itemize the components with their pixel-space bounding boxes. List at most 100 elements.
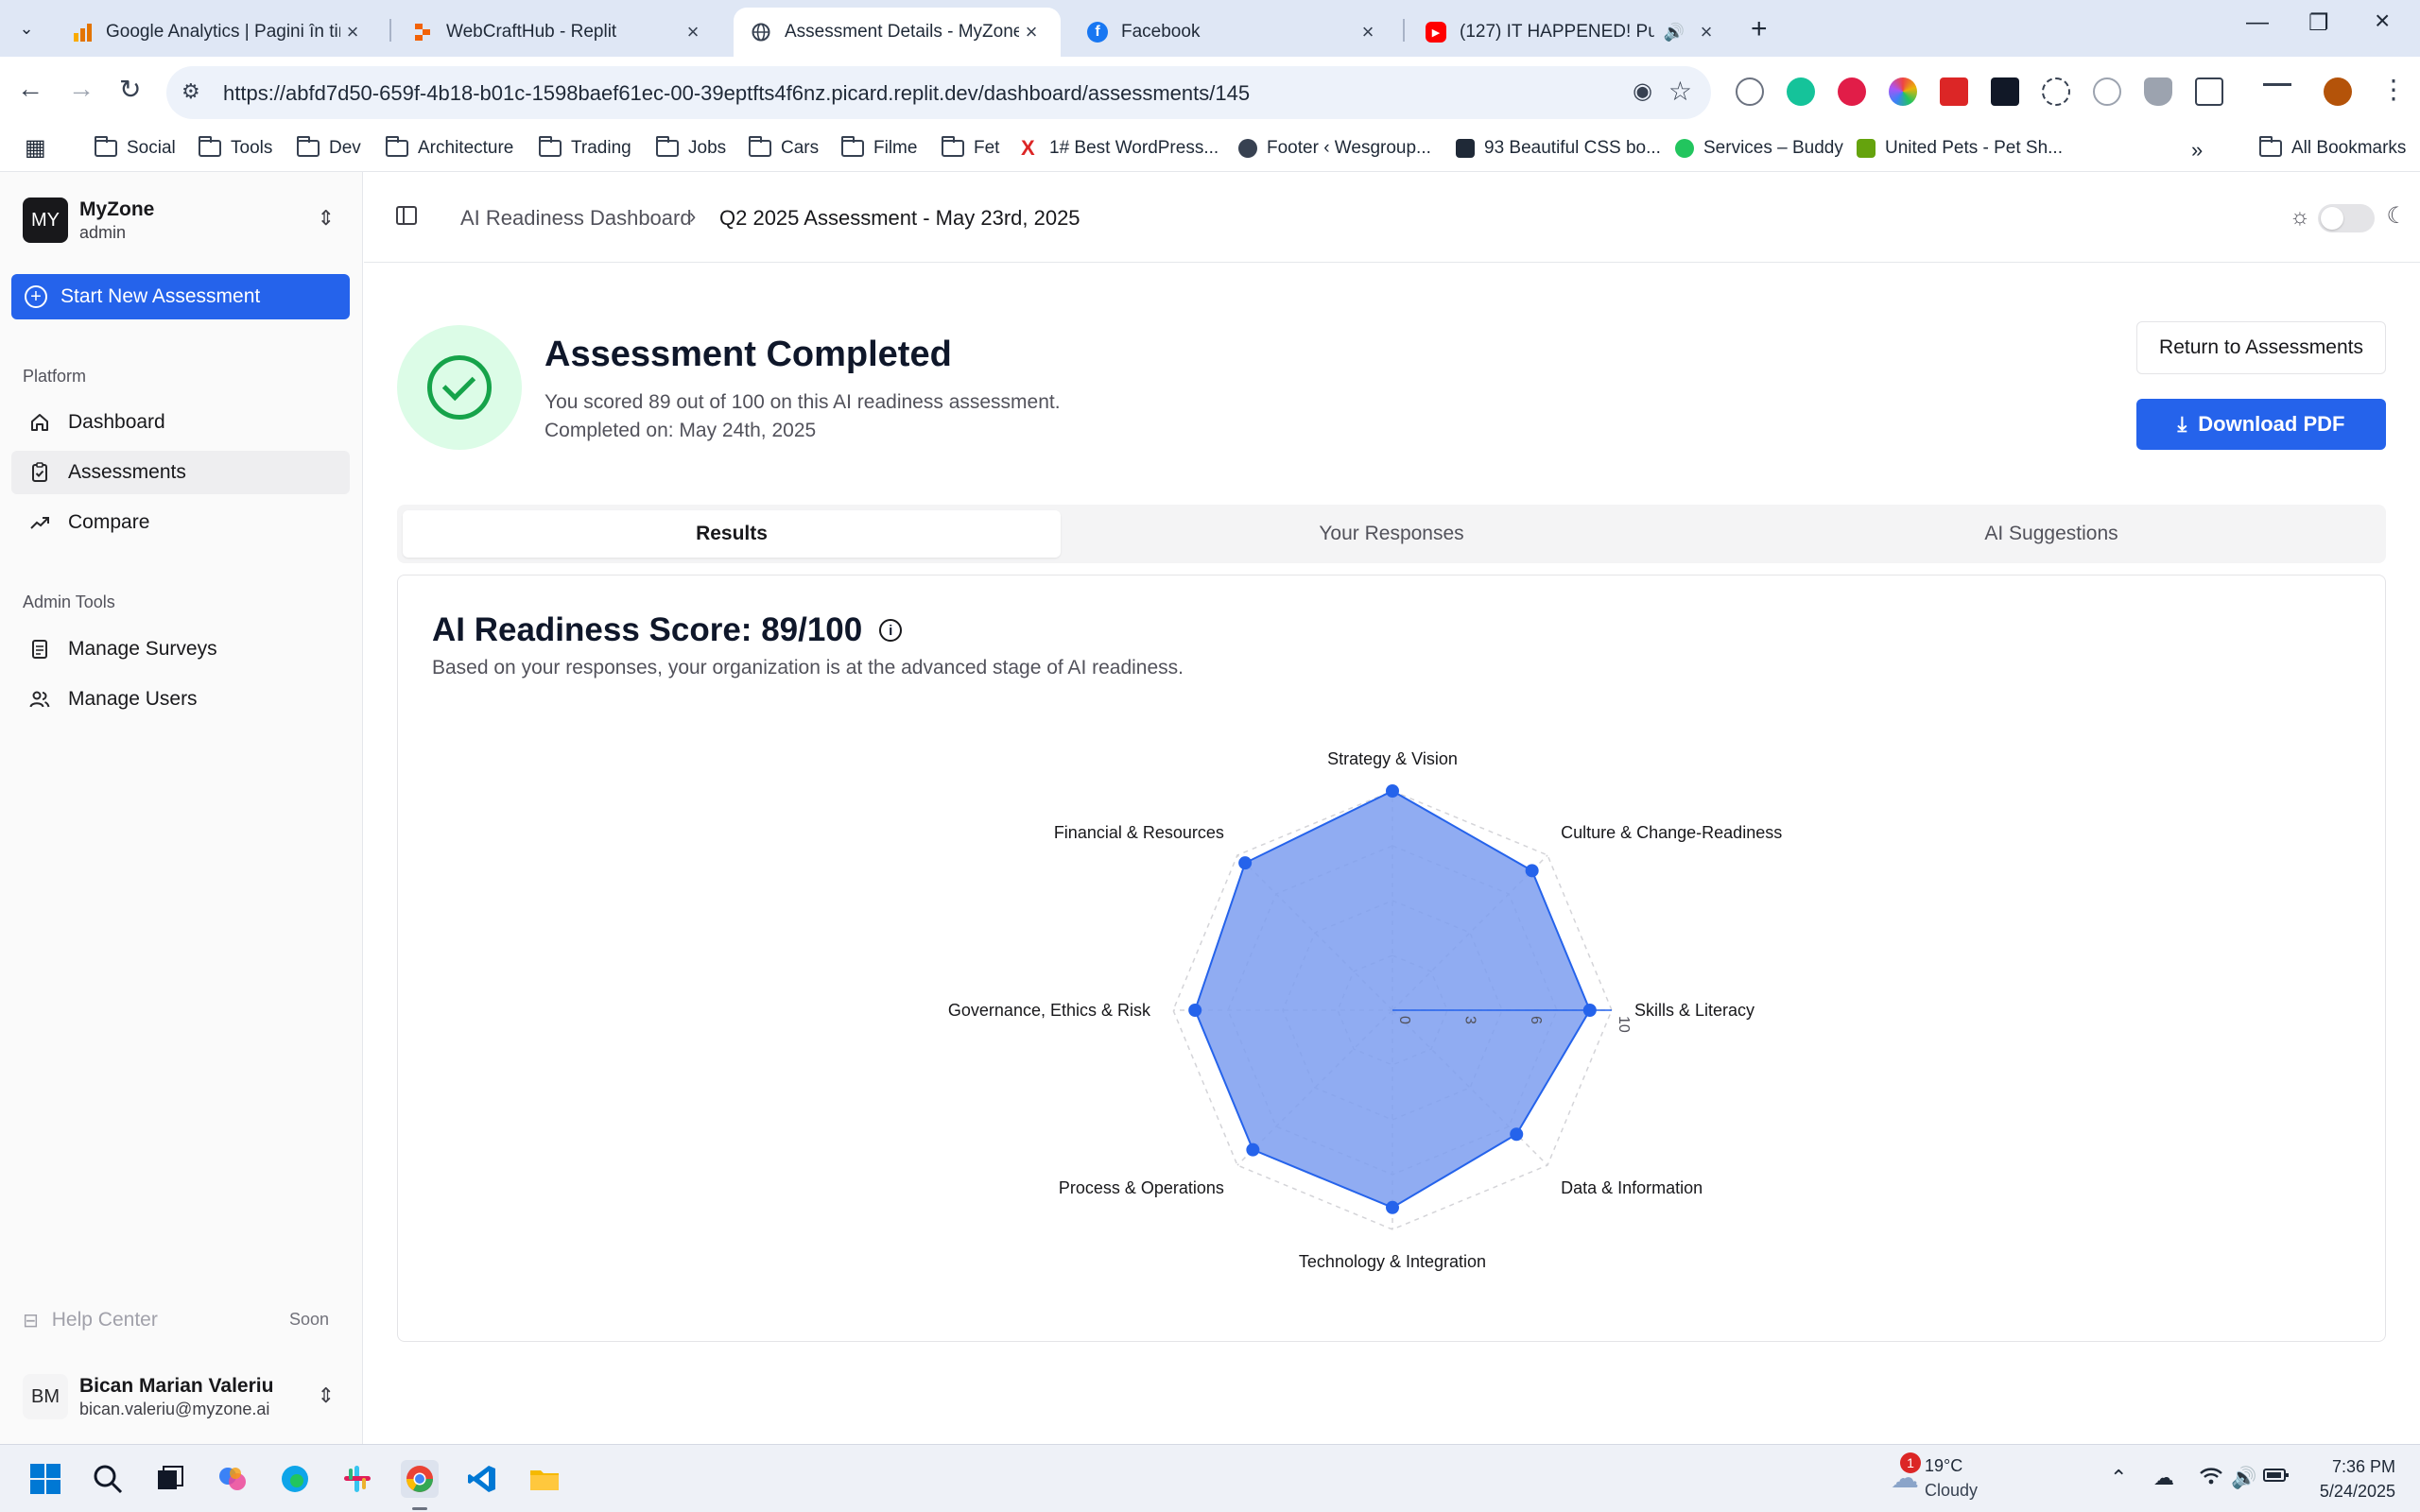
bookmark-folder-jobs[interactable]: Jobs bbox=[656, 136, 726, 159]
download-label: Download PDF bbox=[2198, 412, 2345, 436]
download-pdf-button[interactable]: ⤓ Download PDF bbox=[2136, 399, 2386, 450]
radar-tick-label: 3 bbox=[1462, 1016, 1478, 1024]
bookmark-label: Tools bbox=[231, 138, 273, 158]
chevron-up-icon[interactable]: ⌃ bbox=[2110, 1466, 2127, 1490]
site-settings-icon[interactable]: ⚙ bbox=[182, 79, 200, 104]
tab-search-chevron-icon[interactable]: ⌄ bbox=[11, 13, 42, 43]
reload-icon[interactable]: ↻ bbox=[119, 74, 141, 105]
bookmark-folder-dev[interactable]: Dev bbox=[297, 136, 361, 159]
forward-arrow-icon[interactable]: → bbox=[68, 74, 95, 104]
bookmark-buddy[interactable]: Services – Buddy bbox=[1675, 138, 1843, 159]
browser-tab-assessment[interactable]: Assessment Details - MyZone AI × bbox=[734, 8, 1061, 57]
browser-tab-replit[interactable]: WebCraftHub - Replit × bbox=[395, 8, 722, 57]
start-new-assessment-button[interactable]: + Start New Assessment bbox=[11, 274, 350, 319]
bug-extension-icon[interactable] bbox=[2042, 77, 2070, 106]
close-icon[interactable]: × bbox=[1019, 20, 1044, 44]
color-picker-icon[interactable] bbox=[1889, 77, 1917, 106]
grammarly-icon[interactable] bbox=[1787, 77, 1815, 106]
puzzle-icon[interactable] bbox=[2195, 77, 2223, 106]
address-bar[interactable]: ⚙ https://abfd7d50-659f-4b18-b01c-1598ba… bbox=[166, 66, 1711, 119]
folder-icon bbox=[841, 136, 864, 157]
browser-tab-facebook[interactable]: f Facebook × bbox=[1070, 8, 1397, 57]
restore-icon[interactable]: ❐ bbox=[2308, 9, 2329, 37]
theme-toggle[interactable] bbox=[2318, 204, 2375, 232]
close-icon[interactable]: × bbox=[340, 20, 365, 44]
compass-extension-icon[interactable] bbox=[2093, 77, 2121, 106]
onedrive-cloud-icon[interactable]: ☁ bbox=[2153, 1466, 2174, 1490]
sidebar-item-manage-surveys[interactable]: Manage Surveys bbox=[11, 627, 350, 671]
url-text[interactable]: https://abfd7d50-659f-4b18-b01c-1598baef… bbox=[223, 81, 1250, 106]
org-logo: MY bbox=[23, 198, 68, 243]
paw-icon bbox=[1675, 139, 1694, 158]
bookmark-folder-cars[interactable]: Cars bbox=[749, 136, 819, 159]
chrome-icon[interactable] bbox=[401, 1460, 439, 1498]
back-arrow-icon[interactable]: ← bbox=[17, 74, 43, 104]
vscode-icon[interactable] bbox=[463, 1460, 501, 1498]
tab-ai-suggestions[interactable]: AI Suggestions bbox=[1722, 510, 2380, 558]
all-bookmarks-folder[interactable]: All Bookmarks bbox=[2259, 136, 2406, 159]
windows-start-icon[interactable] bbox=[26, 1460, 64, 1498]
volume-icon[interactable]: 🔊 bbox=[2231, 1466, 2256, 1490]
adblock-icon[interactable] bbox=[1838, 77, 1866, 106]
avatar: BM bbox=[23, 1374, 68, 1419]
system-clock[interactable]: 7:36 PM 5/24/2025 bbox=[2320, 1454, 2395, 1503]
menu-dots-icon[interactable]: ⋮ bbox=[2380, 74, 2407, 105]
window-close-icon[interactable]: × bbox=[2375, 6, 2390, 36]
sun-icon: ☼ bbox=[2290, 204, 2310, 230]
bookmark-star-icon[interactable]: ☆ bbox=[1668, 76, 1692, 107]
bookmark-folder-architecture[interactable]: Architecture bbox=[386, 136, 513, 159]
media-controls-icon[interactable] bbox=[2263, 83, 2291, 96]
copilot-icon[interactable] bbox=[214, 1460, 251, 1498]
org-name: MyZone bbox=[79, 198, 155, 220]
tab-title: WebCraftHub - Replit bbox=[446, 22, 617, 42]
bookmark-label: United Pets - Pet Sh... bbox=[1885, 138, 2063, 158]
edge-icon[interactable] bbox=[276, 1460, 314, 1498]
bookmark-folder-fet[interactable]: Fet bbox=[942, 136, 999, 159]
facebook-icon: f bbox=[1087, 22, 1108, 43]
search-icon[interactable] bbox=[89, 1460, 127, 1498]
user-menu[interactable]: BM Bican Marian Valeriu bican.valeriu@my… bbox=[23, 1370, 344, 1423]
close-icon[interactable]: × bbox=[1694, 20, 1719, 44]
close-icon[interactable]: × bbox=[681, 20, 705, 44]
screenshot-extension-icon[interactable] bbox=[1940, 77, 1968, 106]
notification-badge: 1 bbox=[1900, 1452, 1921, 1473]
help-center-item: ⊟ Help Center Soon bbox=[11, 1298, 350, 1342]
shield-extension-icon[interactable] bbox=[2144, 77, 2172, 106]
sidebar-item-dashboard[interactable]: Dashboard bbox=[11, 401, 350, 444]
battery-icon[interactable] bbox=[2263, 1466, 2290, 1490]
sidebar-item-assessments[interactable]: Assessments bbox=[11, 451, 350, 494]
breadcrumb-parent[interactable]: AI Readiness Dashboard bbox=[460, 206, 692, 231]
close-icon[interactable]: × bbox=[1356, 20, 1380, 44]
extension-icon[interactable] bbox=[1736, 77, 1764, 106]
file-explorer-icon[interactable] bbox=[526, 1460, 563, 1498]
slack-icon[interactable] bbox=[338, 1460, 376, 1498]
new-tab-plus-icon[interactable]: + bbox=[1751, 13, 1768, 45]
bookmark-css[interactable]: 93 Beautiful CSS bo... bbox=[1456, 138, 1661, 159]
bookmark-folder-tools[interactable]: Tools bbox=[199, 136, 273, 159]
sidebar-item-manage-users[interactable]: Manage Users bbox=[11, 678, 350, 721]
eye-icon[interactable]: ◉ bbox=[1633, 77, 1652, 105]
speaker-icon[interactable]: 🔊 bbox=[1664, 23, 1685, 43]
bookmark-footer[interactable]: Footer ‹ Wesgroup... bbox=[1238, 138, 1431, 159]
wifi-icon[interactable] bbox=[2199, 1466, 2223, 1492]
apps-grid-icon[interactable]: ▦ bbox=[25, 134, 46, 162]
profile-avatar[interactable] bbox=[2324, 77, 2352, 106]
font-extension-icon[interactable] bbox=[1991, 77, 2019, 106]
org-switcher[interactable]: MY MyZone admin ⇕ bbox=[23, 195, 344, 246]
bookmark-united-pets[interactable]: United Pets - Pet Sh... bbox=[1857, 138, 2063, 159]
tab-results[interactable]: Results bbox=[403, 510, 1061, 558]
results-card: AI Readiness Score: 89/100 i Based on yo… bbox=[397, 575, 2386, 1342]
bookmark-folder-social[interactable]: Social bbox=[95, 136, 176, 159]
return-to-assessments-button[interactable]: Return to Assessments bbox=[2136, 321, 2386, 374]
task-view-icon[interactable] bbox=[151, 1460, 189, 1498]
browser-tab-analytics[interactable]: Google Analytics | Pagini în timp real × bbox=[55, 8, 382, 57]
tab-your-responses[interactable]: Your Responses bbox=[1063, 510, 1720, 558]
browser-tab-youtube[interactable]: ▶ (127) IT HAPPENED! Putin Re 🔊 × bbox=[1409, 8, 1736, 57]
bookmark-folder-filme[interactable]: Filme bbox=[841, 136, 917, 159]
more-bookmarks-chevron-icon[interactable]: » bbox=[2191, 138, 2203, 163]
minimize-icon[interactable]: — bbox=[2246, 9, 2269, 36]
sidebar-toggle-icon[interactable] bbox=[396, 206, 417, 225]
sidebar-item-compare[interactable]: Compare bbox=[11, 501, 350, 544]
bookmark-folder-trading[interactable]: Trading bbox=[539, 136, 631, 159]
bookmark-wordpress[interactable]: X 1# Best WordPress... bbox=[1021, 138, 1219, 159]
